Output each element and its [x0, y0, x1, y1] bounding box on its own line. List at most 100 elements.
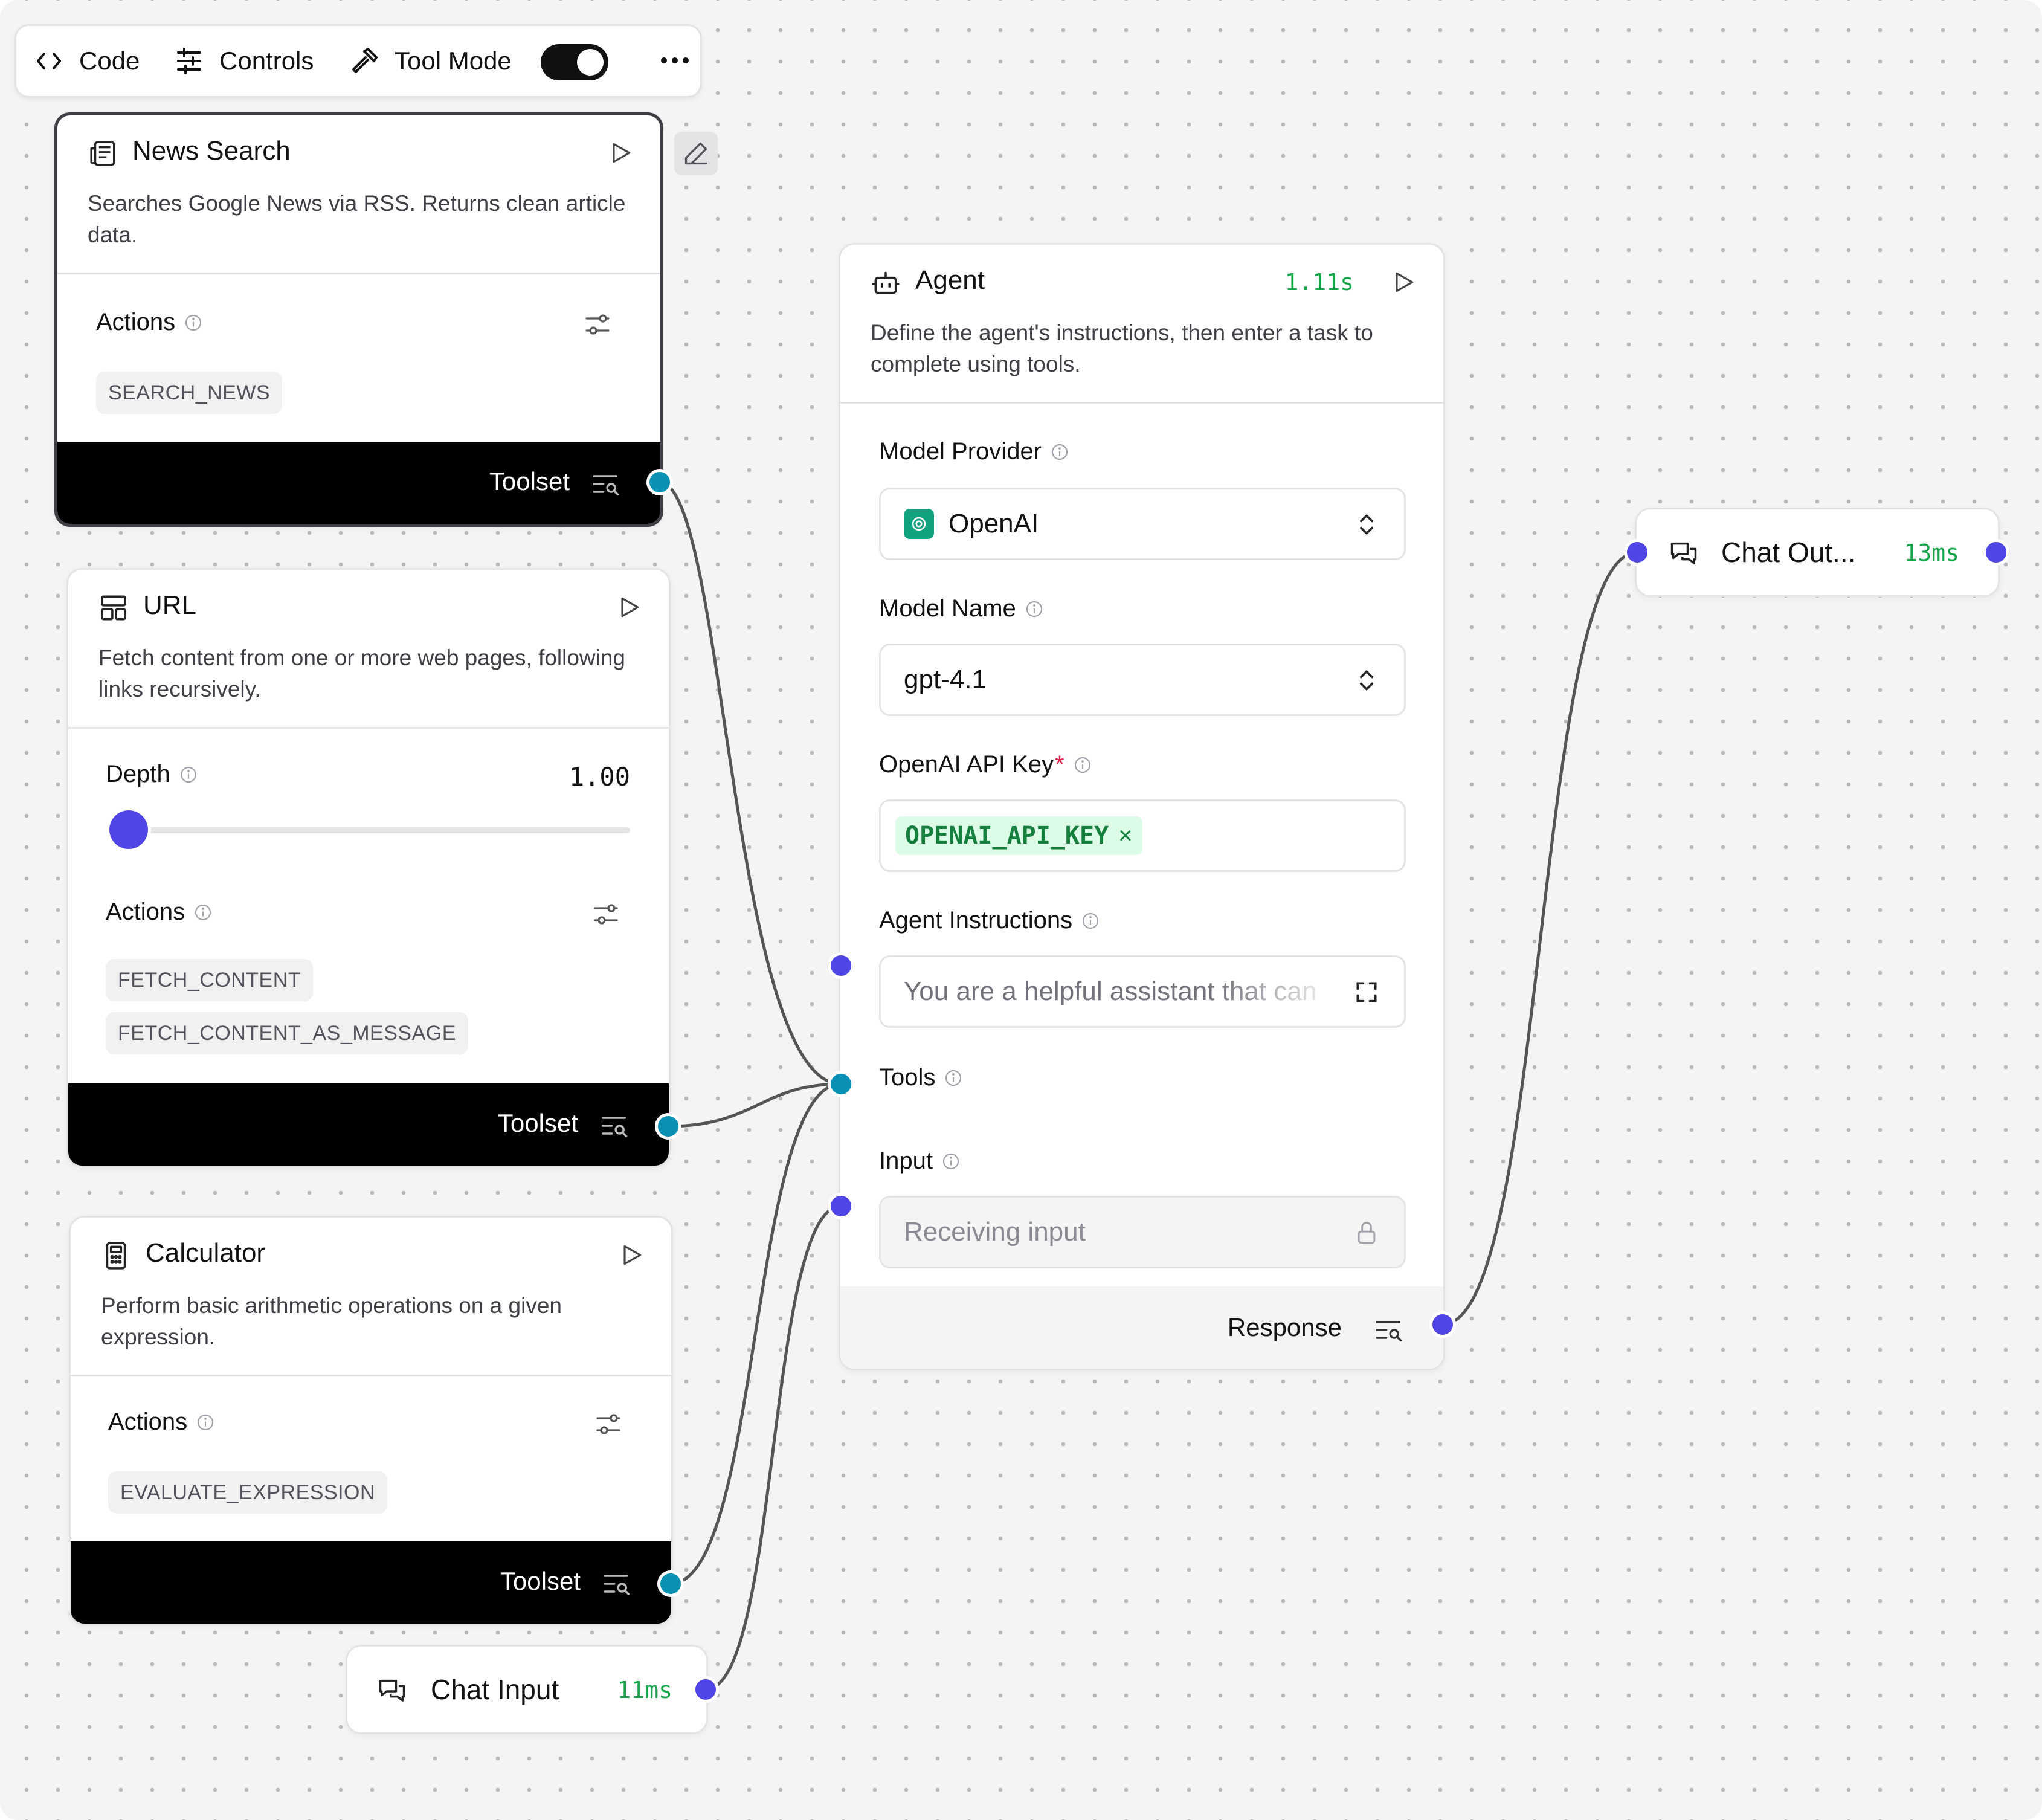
toolset-output-bar: Toolset	[57, 442, 660, 524]
edge-calc-to-tools	[670, 1082, 842, 1586]
agent-instructions-handle[interactable]	[828, 952, 854, 979]
model-provider-value: OpenAI	[949, 509, 1039, 538]
edit-description-button[interactable]	[674, 132, 718, 175]
info-icon	[1074, 757, 1090, 773]
response-label: Response	[1227, 1313, 1342, 1341]
node-header: URL	[68, 570, 669, 642]
action-settings-icon[interactable]	[594, 1410, 623, 1439]
news-search-node[interactable]: News Search Searches Google News via RSS…	[54, 112, 663, 527]
chat-output-node[interactable]: Chat Out... 13ms	[1635, 508, 2000, 597]
url-toolset-handle[interactable]	[655, 1113, 681, 1140]
node-description: Perform basic arithmetic operations on a…	[101, 1293, 562, 1349]
info-icon	[195, 904, 211, 920]
run-icon[interactable]	[616, 594, 642, 621]
model-provider-label: Model Provider	[879, 438, 1069, 465]
response-output-bar: Response	[840, 1286, 1443, 1369]
chevrons-up-down-icon	[1360, 514, 1373, 535]
chat-input-output-handle[interactable]	[692, 1676, 719, 1703]
action-chip[interactable]: EVALUATE_EXPRESSION	[108, 1471, 388, 1514]
action-chip[interactable]: FETCH_CONTENT_AS_MESSAGE	[106, 1012, 468, 1054]
tool-mode-label: Tool Mode	[395, 47, 512, 75]
action-chip[interactable]: SEARCH_NEWS	[96, 372, 283, 414]
depth-slider-thumb[interactable]	[109, 810, 148, 849]
calculator-node[interactable]: Calculator Perform basic arithmetic oper…	[69, 1216, 673, 1625]
calculator-toolset-handle[interactable]	[657, 1570, 684, 1597]
input-label: Input	[879, 1147, 961, 1175]
action-settings-icon[interactable]	[591, 900, 620, 929]
agent-response-handle[interactable]	[1429, 1311, 1456, 1338]
inspect-output-icon[interactable]	[599, 1110, 630, 1141]
depth-label: Depth	[106, 761, 198, 788]
node-title: Chat Out...	[1721, 537, 1856, 568]
calculator-icon	[106, 1242, 126, 1270]
chat-input-node[interactable]: Chat Input 11ms	[346, 1645, 708, 1734]
divider	[840, 402, 1443, 404]
model-name-select[interactable]: gpt-4.1	[879, 644, 1406, 716]
agent-instructions-label: Agent Instructions	[879, 907, 1100, 934]
more-options-icon[interactable]	[652, 39, 698, 82]
depth-slider-track[interactable]	[119, 827, 630, 833]
node-title: News Search	[132, 136, 291, 166]
toolset-label: Toolset	[489, 467, 570, 495]
news-search-toolset-handle[interactable]	[646, 469, 673, 495]
agent-instructions-label-text: Agent Instructions	[879, 907, 1073, 934]
agent-tools-handle[interactable]	[828, 1071, 854, 1097]
divider	[68, 727, 669, 729]
agent-input-handle[interactable]	[828, 1193, 854, 1219]
edge-response-to-chatout	[1442, 550, 1638, 1326]
actions-label-text: Actions	[108, 1409, 188, 1435]
info-icon	[1026, 601, 1042, 617]
run-icon[interactable]	[618, 1242, 645, 1268]
tool-mode-toggle[interactable]	[541, 44, 608, 80]
toolset-output-bar: Toolset	[68, 1083, 669, 1166]
chat-output-output-handle[interactable]	[1983, 539, 2009, 566]
model-name-label-text: Model Name	[879, 595, 1016, 622]
toolset-output-bar: Toolset	[71, 1541, 671, 1624]
required-marker: *	[1055, 751, 1064, 778]
node-toolbar: Code Controls Tool Mode	[14, 24, 702, 98]
flow-canvas[interactable]: Code Controls Tool Mode News Search Sear…	[0, 0, 2042, 1820]
run-time: 11ms	[617, 1677, 672, 1703]
run-time: 1.11s	[1284, 269, 1354, 295]
input-label-text: Input	[879, 1147, 933, 1174]
edge-url-to-tools	[668, 1082, 842, 1128]
run-icon[interactable]	[1390, 269, 1417, 295]
api-key-variable-chip[interactable]: OPENAI_API_KEY ×	[895, 816, 1142, 855]
agent-instructions-field[interactable]: You are a helpful assistant that can	[879, 955, 1406, 1028]
hammer-icon	[352, 48, 378, 73]
code-label: Code	[79, 47, 140, 75]
chat-output-input-handle[interactable]	[1624, 539, 1651, 566]
inspect-output-icon[interactable]	[590, 468, 622, 500]
chat-icon	[379, 1679, 405, 1702]
url-node[interactable]: URL Fetch content from one or more web p…	[66, 568, 671, 1167]
toolset-label: Toolset	[500, 1567, 581, 1595]
run-icon[interactable]	[607, 140, 634, 166]
openai-logo-icon	[904, 509, 934, 539]
inspect-output-icon[interactable]	[1373, 1314, 1405, 1346]
node-title: URL	[143, 590, 197, 620]
node-description: Searches Google News via RSS. Returns cl…	[88, 191, 626, 247]
model-provider-select[interactable]: OpenAI	[879, 488, 1406, 560]
newspaper-icon	[90, 141, 115, 166]
info-icon	[1051, 444, 1068, 460]
code-button[interactable]: Code	[34, 26, 140, 96]
inspect-output-icon[interactable]	[601, 1568, 633, 1599]
input-field: Receiving input	[879, 1196, 1406, 1268]
node-header: News Search	[57, 115, 660, 188]
depth-value: 1.00	[568, 762, 630, 792]
agent-node[interactable]: Agent 1.11s Define the agent's instructi…	[839, 243, 1445, 1370]
controls-button[interactable]: Controls	[175, 26, 314, 96]
node-header: Agent 1.11s	[840, 245, 1443, 317]
agent-instructions-value: You are a helpful assistant that can	[904, 976, 1317, 1006]
chat-icon	[1670, 542, 1697, 564]
tools-label: Tools	[879, 1064, 963, 1091]
remove-variable-icon[interactable]: ×	[1118, 822, 1132, 850]
expand-icon[interactable]	[1353, 979, 1380, 1005]
action-chip[interactable]: FETCH_CONTENT	[106, 959, 314, 1001]
action-settings-icon[interactable]	[583, 310, 612, 339]
api-key-field[interactable]: OPENAI_API_KEY ×	[879, 799, 1406, 872]
model-provider-label-text: Model Provider	[879, 438, 1042, 465]
tool-mode-button[interactable]: Tool Mode	[350, 26, 512, 96]
model-name-value: gpt-4.1	[904, 665, 987, 694]
actions-label: Actions	[106, 899, 213, 926]
